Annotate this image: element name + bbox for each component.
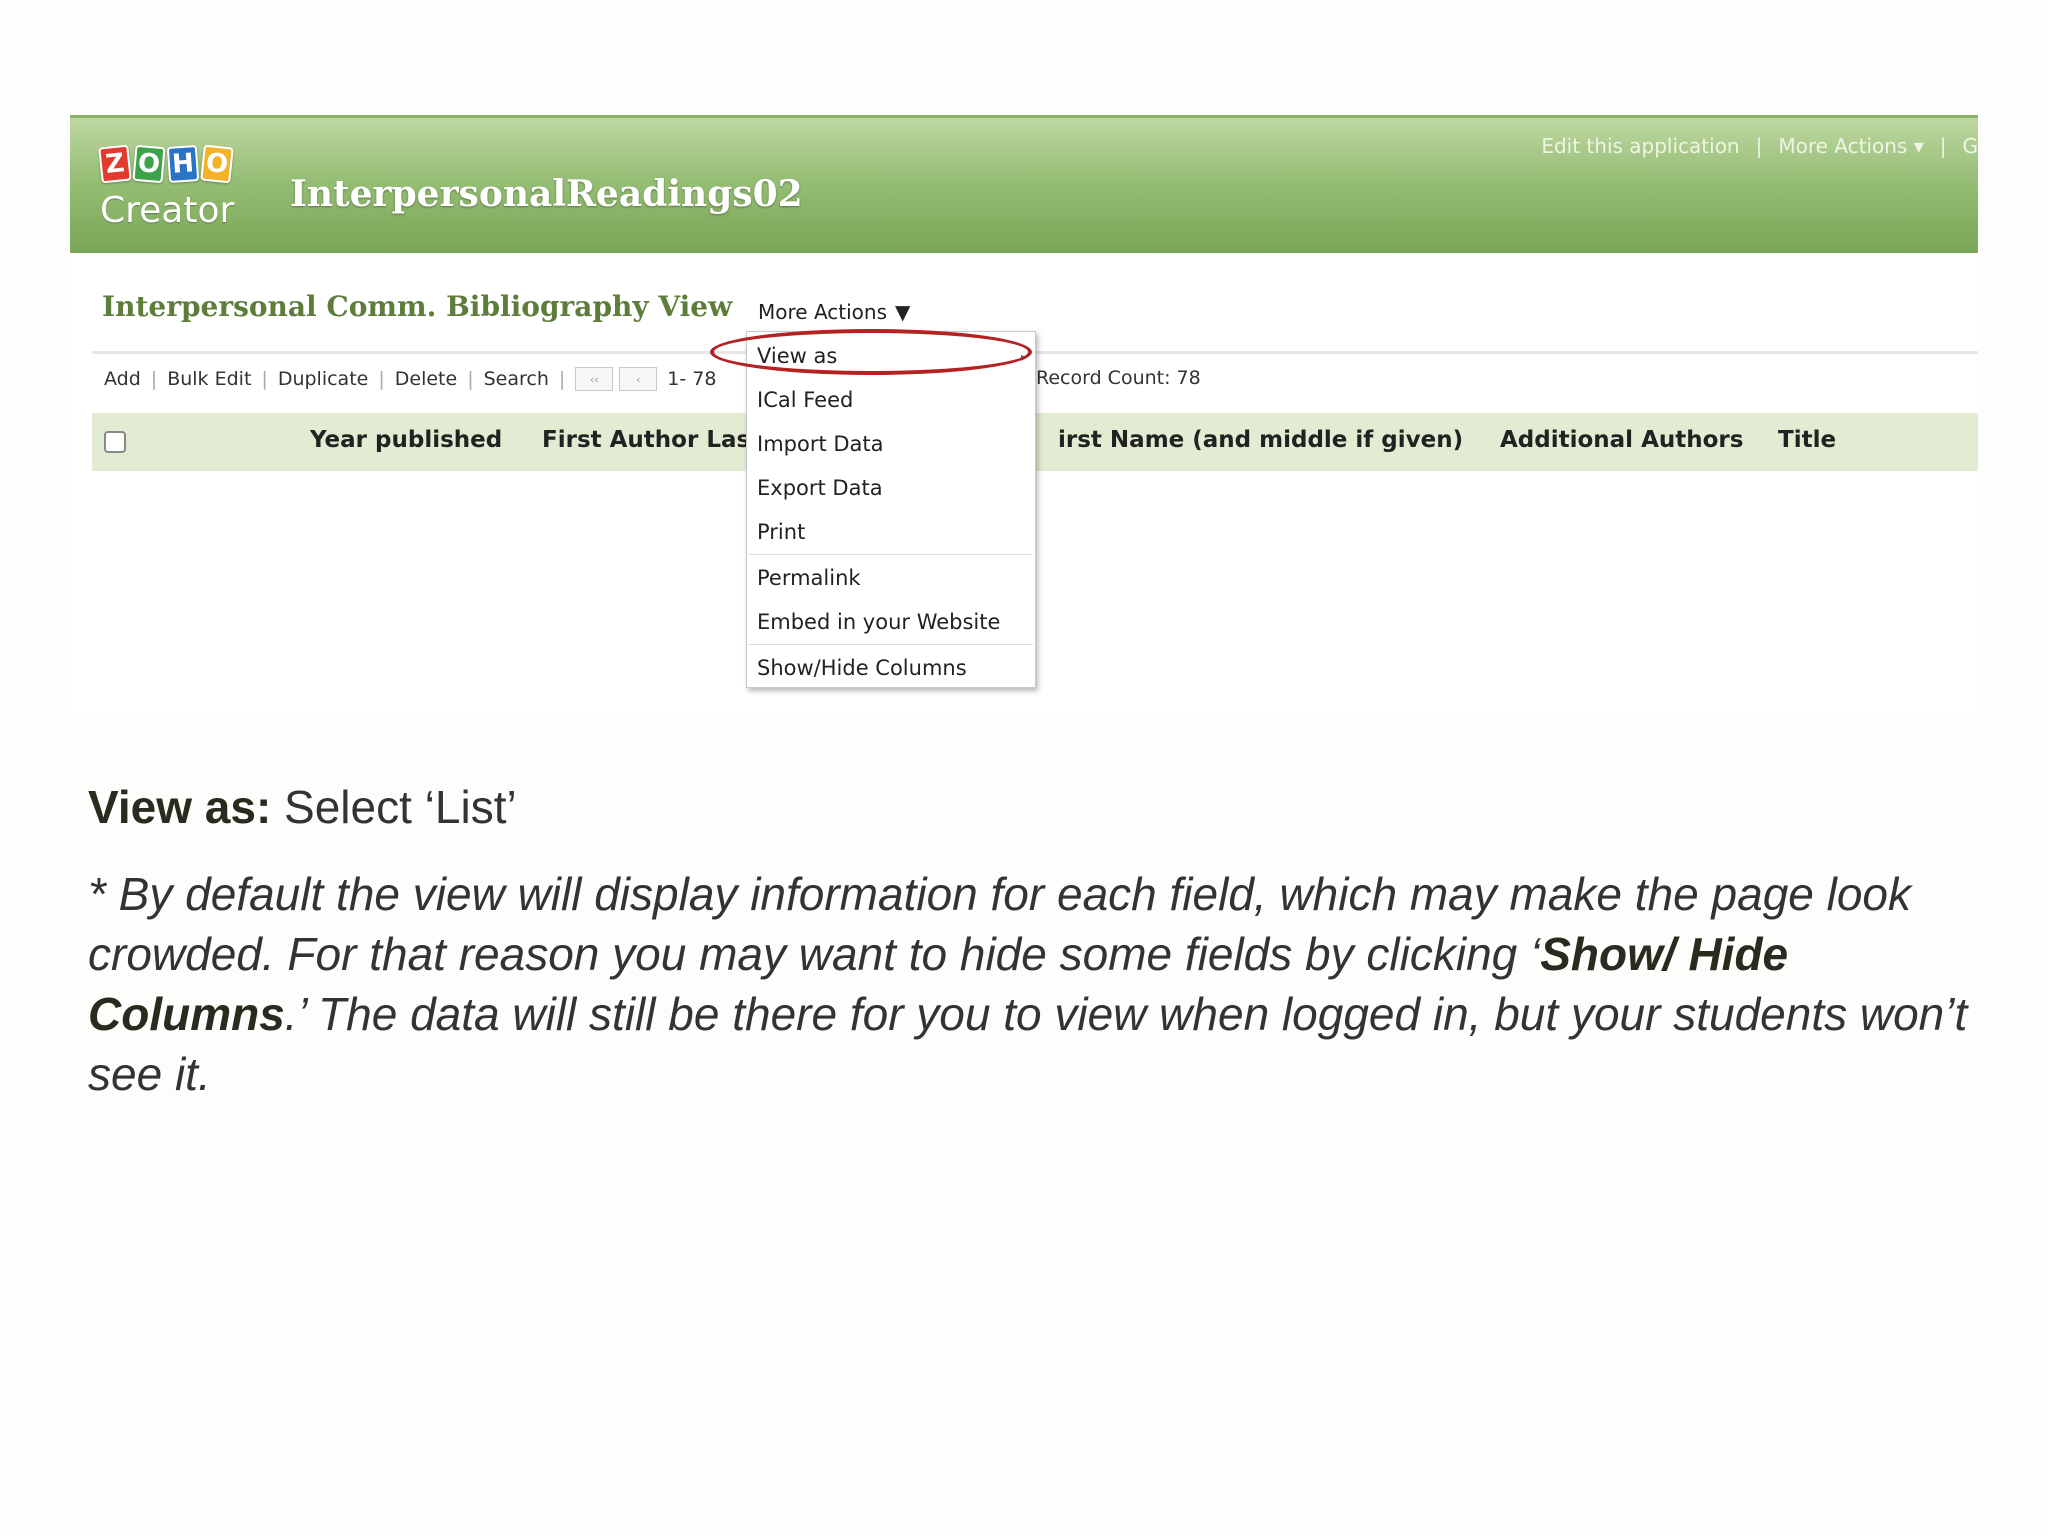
header-truncated-link[interactable]: G (1963, 134, 1979, 158)
caption-title: View as: Select ‘List’ (88, 780, 517, 834)
toolbar-separator: | (378, 368, 385, 390)
menu-item-embed-website[interactable]: Embed in your Website (757, 610, 1000, 634)
link-separator: | (1939, 134, 1947, 158)
instruction-note: * By default the view will display infor… (88, 864, 1968, 1104)
bulk-edit-button[interactable]: Bulk Edit (167, 368, 251, 390)
app-name: InterpersonalReadings02 (290, 173, 803, 215)
more-actions-menu-button[interactable]: More Actions ▼ (758, 300, 910, 324)
select-all-checkbox[interactable] (104, 431, 126, 453)
page-range: 1- 78 (667, 368, 717, 390)
caption-text: Select ‘List’ (271, 781, 517, 833)
app-header: Z O H O Creator InterpersonalReadings02 … (70, 115, 1978, 253)
menu-item-export-data[interactable]: Export Data (757, 476, 883, 500)
logo-word: Creator (100, 190, 235, 231)
toolbar-separator: | (467, 368, 474, 390)
caption-label: View as: (88, 781, 272, 833)
menu-separator (749, 644, 1033, 645)
more-actions-dropdown: View as ▸ ICal Feed Import Data Export D… (746, 331, 1036, 688)
link-separator: | (1755, 134, 1763, 158)
logo-tile: H (166, 144, 200, 184)
column-title[interactable]: Title (1778, 427, 1836, 453)
caret-down-icon: ▼ (895, 300, 911, 324)
app-screenshot: Z O H O Creator InterpersonalReadings02 … (70, 115, 1978, 715)
duplicate-button[interactable]: Duplicate (278, 368, 369, 390)
toolbar-separator: | (150, 368, 158, 390)
menu-item-print[interactable]: Print (757, 520, 805, 544)
first-page-button[interactable]: ‹‹ (575, 367, 614, 391)
column-additional-authors[interactable]: Additional Authors (1500, 427, 1743, 453)
toolbar-separator: | (261, 368, 268, 390)
menu-separator (749, 554, 1033, 555)
header-more-actions-link[interactable]: More Actions ▾ (1778, 134, 1923, 158)
logo-tile: O (132, 144, 166, 184)
column-first-author-last[interactable]: First Author Last I (542, 427, 778, 453)
header-links: Edit this application | More Actions ▾ |… (1541, 134, 1978, 158)
zoho-logo-tiles: Z O H O (98, 144, 250, 184)
logo-tile: Z (98, 144, 132, 184)
column-year-published[interactable]: Year published (310, 427, 502, 453)
prev-page-button[interactable]: ‹ (619, 367, 658, 391)
record-count: Record Count: 78 (1036, 367, 1201, 389)
more-actions-label: More Actions (758, 300, 887, 324)
delete-button[interactable]: Delete (395, 368, 457, 390)
menu-item-import-data[interactable]: Import Data (757, 432, 884, 456)
toolbar-separator: | (558, 368, 566, 390)
menu-item-show-hide-columns[interactable]: Show/Hide Columns (757, 656, 967, 680)
column-first-name[interactable]: irst Name (and middle if given) (1058, 427, 1463, 453)
edit-application-link[interactable]: Edit this application (1541, 134, 1739, 158)
menu-item-permalink[interactable]: Permalink (757, 566, 861, 590)
zoho-creator-logo[interactable]: Z O H O Creator (98, 144, 250, 246)
note-part-2: .’ The data will still be there for you … (88, 988, 1968, 1100)
menu-item-ical-feed[interactable]: ICal Feed (757, 388, 853, 412)
highlight-oval (710, 329, 1032, 375)
logo-tile: O (200, 144, 234, 184)
add-button[interactable]: Add (104, 368, 141, 390)
search-button[interactable]: Search (484, 368, 549, 390)
view-title: Interpersonal Comm. Bibliography View (102, 290, 733, 323)
record-toolbar: Add | Bulk Edit | Duplicate | Delete | S… (104, 367, 716, 391)
